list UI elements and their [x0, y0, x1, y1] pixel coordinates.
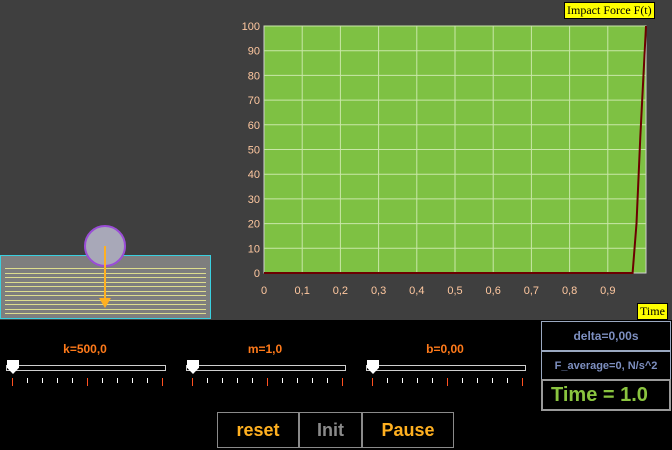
slider-tick	[492, 378, 493, 383]
y-tick-label: 80	[248, 70, 260, 82]
m-slider-ticks	[192, 378, 343, 386]
x-tick-label: 0,4	[409, 285, 424, 297]
x-axis-label: Time	[637, 303, 668, 320]
b-slider-track[interactable]	[366, 365, 526, 371]
pause-button[interactable]: Pause	[362, 412, 454, 448]
slider-tick	[27, 378, 28, 383]
slider-tick	[387, 378, 388, 383]
m-slider-track[interactable]	[186, 365, 346, 371]
slider-tick	[417, 378, 418, 383]
x-tick-label: 0,7	[524, 285, 539, 297]
slider-tick	[147, 378, 148, 383]
slider-tick	[117, 378, 118, 383]
slider-tick	[12, 378, 13, 386]
y-tick-label: 20	[248, 219, 260, 231]
slider-tick	[282, 378, 283, 383]
slider-tick	[57, 378, 58, 383]
slider-tick	[222, 378, 223, 383]
f-average-readout: F_average=0, N/s^2	[541, 351, 671, 381]
time-readout: Time = 1.0	[541, 379, 671, 411]
slider-tick	[162, 378, 163, 386]
slider-tick	[87, 378, 88, 386]
m-slider-thumb[interactable]	[187, 360, 199, 374]
x-tick-label: 0	[261, 285, 267, 297]
y-tick-label: 60	[248, 120, 260, 132]
m-slider-label: m=1,0	[247, 342, 283, 356]
slider-tick	[297, 378, 298, 383]
slider-tick	[132, 378, 133, 383]
x-tick-label: 0,6	[486, 285, 501, 297]
k-slider-block: k=500,0	[0, 320, 170, 390]
slider-tick	[42, 378, 43, 383]
m-slider-block: m=1,0	[180, 320, 350, 390]
delta-readout: delta=0,00s	[541, 321, 671, 351]
y-tick-label: 50	[248, 145, 260, 157]
y-tick-label: 10	[248, 243, 260, 255]
slider-tick	[237, 378, 238, 383]
slider-tick	[192, 378, 193, 386]
slider-tick	[402, 378, 403, 383]
simulation-stage: 0 0,1 0,2 0,3 0,4 0,5 0,6 0,7 0,8 0,9 0 10 20 30 40 50 6…	[0, 0, 672, 320]
reset-button[interactable]: reset	[217, 412, 299, 448]
slider-tick	[72, 378, 73, 383]
k-slider-thumb[interactable]	[7, 360, 19, 374]
slider-tick	[462, 378, 463, 383]
k-slider-track[interactable]	[6, 365, 166, 371]
init-button[interactable]: Init	[299, 412, 362, 448]
slider-tick	[447, 378, 448, 386]
x-tick-label: 0,9	[600, 285, 615, 297]
slider-tick	[102, 378, 103, 383]
x-tick-label: 0,3	[371, 285, 386, 297]
slider-tick	[312, 378, 313, 383]
y-tick-label: 90	[248, 46, 260, 58]
x-tick-label: 0,2	[333, 285, 348, 297]
k-slider-label: k=500,0	[63, 342, 107, 356]
y-tick-label: 30	[248, 194, 260, 206]
slider-tick	[327, 378, 328, 383]
b-slider-ticks	[372, 378, 523, 386]
y-tick-label: 100	[242, 21, 260, 33]
b-slider-label: b=0,00	[426, 342, 464, 356]
velocity-arrow-head	[99, 298, 111, 308]
slider-tick	[342, 378, 343, 386]
surface-stripe	[5, 313, 206, 314]
slider-tick	[507, 378, 508, 383]
slider-tick	[522, 378, 523, 386]
y-tick-label: 40	[248, 169, 260, 181]
y-tick-label: 70	[248, 95, 260, 107]
k-slider-ticks	[12, 378, 163, 386]
slider-tick	[432, 378, 433, 383]
slider-tick	[252, 378, 253, 383]
slider-tick	[207, 378, 208, 383]
b-slider-thumb[interactable]	[367, 360, 379, 374]
slider-tick	[267, 378, 268, 386]
y-tick-label: 0	[254, 268, 260, 280]
x-tick-label: 0,1	[295, 285, 310, 297]
slider-tick	[477, 378, 478, 383]
graph-title: Impact Force F(t)	[564, 2, 655, 19]
b-slider-block: b=0,00	[360, 320, 530, 390]
x-tick-label: 0,8	[562, 285, 577, 297]
x-tick-label: 0,5	[447, 285, 462, 297]
surface-stripe	[5, 308, 206, 310]
velocity-arrow	[104, 246, 106, 301]
slider-tick	[372, 378, 373, 386]
